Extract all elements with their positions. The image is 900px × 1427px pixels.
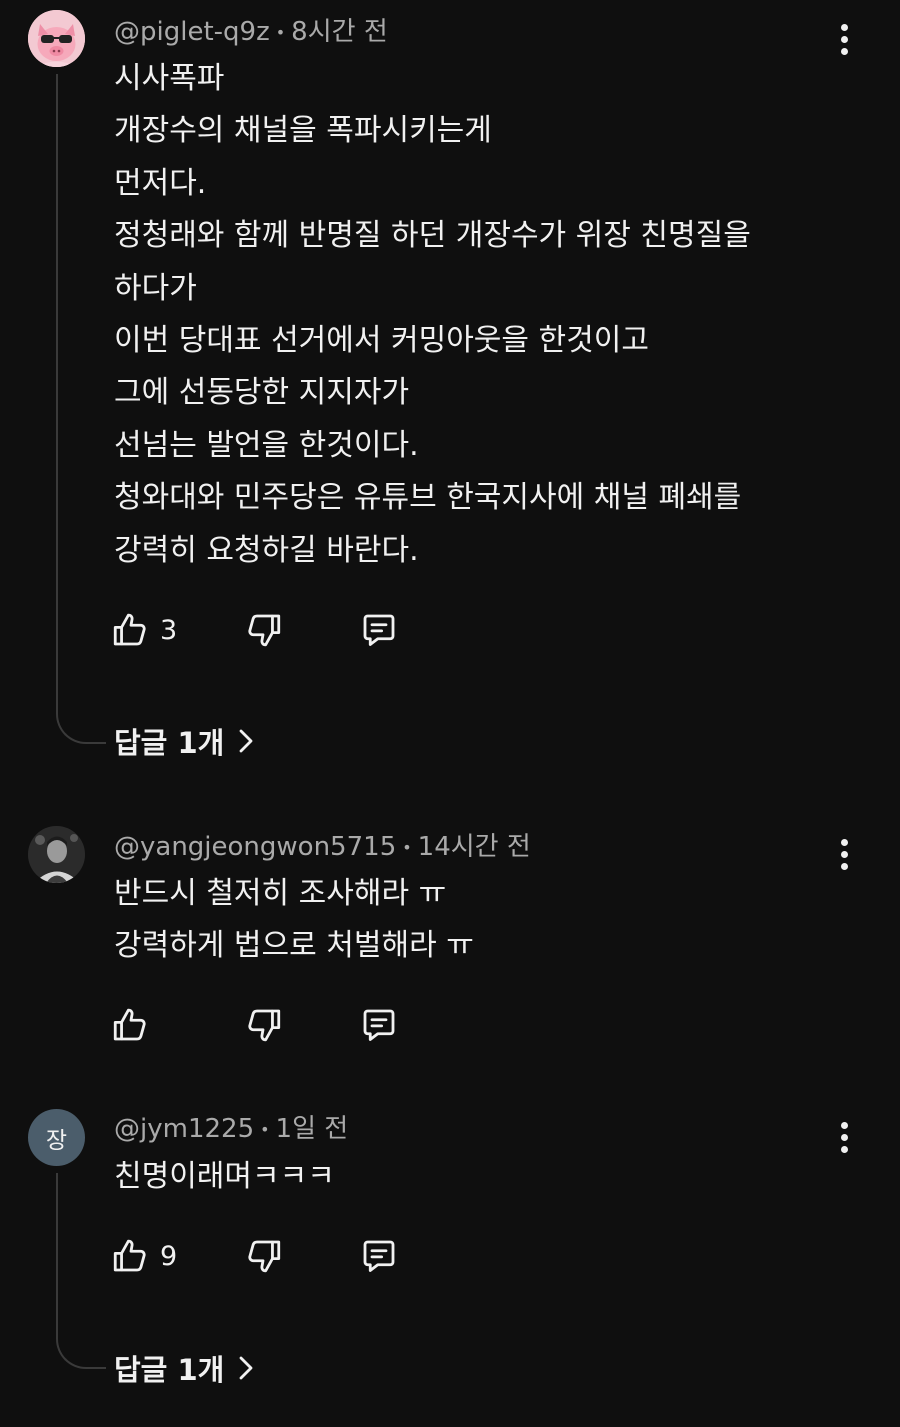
comment-time: 14시간 전 — [417, 832, 531, 862]
thumbs-up-icon — [113, 1239, 146, 1272]
more-vert-icon — [840, 23, 848, 31]
separator-dot: • — [260, 1119, 270, 1139]
comment-text: 반드시 철저히 조사해라 ㅠ 강력하게 법으로 처벌해라 ㅠ — [114, 868, 474, 973]
comment-text: 친명이래며ㅋㅋㅋ — [114, 1151, 335, 1203]
comment-text-line: 그에 선동당한 지지자가 — [114, 375, 410, 411]
comment-text-line: 반드시 철저히 조사해라 ㅠ — [114, 876, 447, 911]
replies-count-label: 답글 1개 — [114, 726, 225, 760]
like-count: 9 — [160, 1240, 178, 1272]
comment-time: 1일 전 — [275, 1114, 349, 1144]
comment-text-line: 이번 당대표 선거에서 커밍아웃을 한것이고 — [114, 322, 649, 358]
like-button[interactable] — [110, 1003, 160, 1047]
comment-text: 시사폭파 개장수의 채널을 폭파시키는게 먼저다. 정청래와 함께 반명질 하던… — [114, 53, 751, 577]
dislike-button[interactable] — [242, 608, 284, 652]
thumbs-up-icon — [113, 613, 146, 646]
like-button[interactable]: 9 — [110, 1234, 177, 1278]
author-handle[interactable]: @piglet-q9z — [114, 17, 270, 47]
comment-meta: @yangjeongwon5715 • 14시간 전 — [114, 829, 531, 865]
reply-comment-icon — [363, 1009, 395, 1041]
separator-dot: • — [402, 837, 412, 857]
comment-meta: @piglet-q9z • 8시간 전 — [114, 14, 388, 50]
more-vert-icon — [840, 1121, 848, 1129]
view-replies-button[interactable]: 답글 1개 — [114, 1346, 254, 1390]
comment-text-line: 개장수의 채널을 폭파시키는게 — [114, 113, 492, 149]
author-handle[interactable]: @jym1225 — [114, 1114, 254, 1144]
comment-text-line: 시사폭파 — [114, 61, 225, 96]
replies-count-label: 답글 1개 — [114, 1353, 225, 1387]
reply-button[interactable] — [358, 608, 400, 652]
dislike-button[interactable] — [242, 1234, 284, 1278]
avatar[interactable]: 장 — [28, 1109, 85, 1166]
more-options-button[interactable] — [826, 832, 862, 876]
comment-text-line: 강력하게 법으로 처벌해라 ㅠ — [114, 928, 474, 964]
avatar[interactable] — [28, 826, 85, 883]
avatar-letter: 장 — [45, 1127, 68, 1154]
more-options-button[interactable] — [826, 1115, 862, 1159]
comment-text-line: 정청래와 함께 반명질 하던 개장수가 위장 친명질을 — [114, 218, 751, 254]
thread-line — [56, 1173, 106, 1369]
comment-time: 8시간 전 — [291, 17, 388, 47]
comment-text-line: 먼저다. — [114, 165, 207, 201]
reply-button[interactable] — [358, 1003, 400, 1047]
thumbs-down-icon — [248, 614, 281, 647]
comment-text-line: 하다가 — [114, 270, 197, 306]
more-options-button[interactable] — [826, 17, 862, 61]
reply-comment-icon — [363, 614, 395, 646]
like-button[interactable]: 3 — [110, 608, 177, 652]
chevron-right-icon — [239, 1356, 253, 1380]
separator-dot: • — [275, 22, 286, 42]
comment-text-line: 강력히 요청하길 바란다. — [114, 532, 419, 568]
dislike-button[interactable] — [242, 1003, 284, 1047]
reply-button[interactable] — [358, 1234, 400, 1278]
thread-line — [56, 74, 106, 744]
reply-comment-icon — [363, 1240, 395, 1272]
comment-meta: @jym1225 • 1일 전 — [114, 1111, 348, 1147]
thumbs-down-icon — [248, 1009, 281, 1042]
comment-text-line: 선넘는 발언을 한것이다. — [114, 427, 419, 463]
thumbs-up-icon — [113, 1008, 146, 1041]
like-count: 3 — [160, 614, 178, 646]
avatar[interactable] — [28, 10, 85, 67]
author-handle[interactable]: @yangjeongwon5715 — [114, 832, 396, 862]
comment-text-line: 청와대와 민주당은 유튜브 한국지사에 채널 폐쇄를 — [114, 480, 742, 516]
more-vert-icon — [840, 838, 848, 846]
comment-text-line: 친명이래며ㅋㅋㅋ — [114, 1159, 335, 1194]
thumbs-down-icon — [248, 1240, 281, 1273]
chevron-right-icon — [239, 729, 253, 753]
view-replies-button[interactable]: 답글 1개 — [114, 719, 254, 763]
